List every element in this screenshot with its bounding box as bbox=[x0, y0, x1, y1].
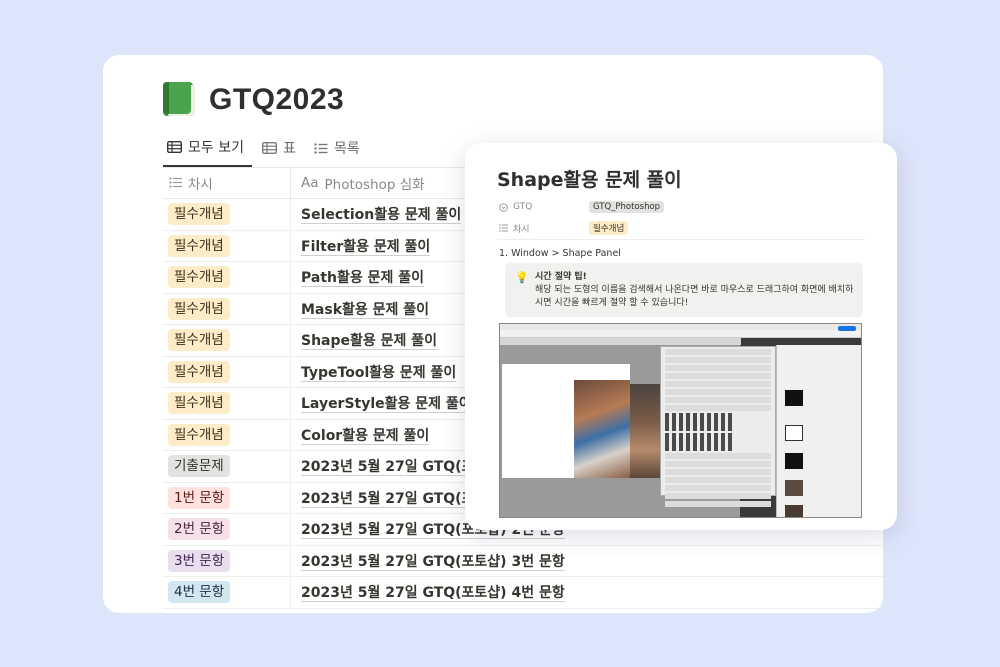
callout-body: 해당 되는 도형의 이름을 검색해서 나온다면 바로 마우스로 드래그하여 화면… bbox=[535, 285, 854, 308]
property-name: 차시 bbox=[513, 224, 530, 235]
lightbulb-icon: 💡 bbox=[515, 271, 529, 284]
tag-badge: 필수개념 bbox=[168, 266, 230, 289]
column-label: 차시 bbox=[188, 176, 213, 193]
chasi-cell[interactable]: 필수개념 bbox=[163, 293, 291, 324]
title-cell[interactable]: Mask활용 문제 풀이 bbox=[291, 299, 430, 319]
row-title-link[interactable]: Filter활용 문제 풀이 bbox=[301, 238, 431, 256]
row-title-link[interactable]: 2023년 5월 27일 GTQ(포토샵) 3번 문항 bbox=[301, 553, 565, 571]
title-cell[interactable]: Shape활용 문제 풀이 bbox=[291, 330, 438, 351]
tab-table[interactable]: 표 bbox=[258, 137, 304, 167]
title-cell[interactable]: Filter활용 문제 풀이 bbox=[291, 236, 431, 256]
property-gtq[interactable]: GTQ GTQ_Photoshop bbox=[499, 201, 665, 213]
title-cell[interactable]: Color활용 문제 풀이 bbox=[291, 425, 430, 445]
chasi-cell[interactable]: 3번 문항 bbox=[163, 545, 291, 576]
chasi-cell[interactable]: 기출문제 bbox=[163, 451, 291, 482]
title-cell[interactable]: Path활용 문제 풀이 bbox=[291, 267, 425, 288]
column-label: Photoshop 심화 bbox=[324, 176, 425, 193]
photoshop-shapes-panel-screenshot bbox=[499, 323, 862, 518]
chasi-cell[interactable]: 1번 문항 bbox=[163, 482, 291, 513]
text-property-icon: Aa bbox=[301, 174, 319, 191]
numbered-list-item: 1. Window > Shape Panel bbox=[499, 248, 621, 259]
column-header-chasi[interactable]: 차시 bbox=[163, 167, 291, 198]
tab-list[interactable]: 목록 bbox=[310, 137, 368, 167]
tab-label: 목록 bbox=[333, 141, 360, 157]
chasi-cell[interactable]: 필수개념 bbox=[163, 230, 291, 261]
green-book-icon bbox=[163, 82, 197, 118]
column-header-title[interactable]: Aa Photoshop 심화 bbox=[291, 167, 425, 198]
table-row[interactable]: 3번 문항 2023년 5월 27일 GTQ(포토샵) 3번 문항 bbox=[163, 545, 883, 577]
chasi-cell[interactable]: 필수개념 bbox=[163, 388, 291, 419]
tag-badge: 필수개념 bbox=[168, 234, 230, 257]
title-cell[interactable]: TypeTool활용 문제 풀이 bbox=[291, 362, 457, 382]
tag-badge: 3번 문항 bbox=[168, 549, 231, 572]
row-title-link[interactable]: TypeTool활용 문제 풀이 bbox=[301, 364, 457, 382]
chasi-cell[interactable]: 4번 문항 bbox=[163, 577, 291, 608]
chasi-cell[interactable]: 필수개념 bbox=[163, 419, 291, 450]
tag-badge: 필수개념 bbox=[168, 329, 230, 352]
row-title-link[interactable]: Color활용 문제 풀이 bbox=[301, 427, 430, 445]
property-name: GTQ bbox=[513, 202, 533, 212]
page-preview-card: Shape활용 문제 풀이 GTQ GTQ_Photoshop 차시 필수개념 … bbox=[465, 143, 897, 530]
table-row[interactable]: 4번 문항 2023년 5월 27일 GTQ(포토샵) 4번 문항 bbox=[163, 577, 883, 609]
property-chasi[interactable]: 차시 필수개념 bbox=[499, 221, 629, 235]
select-icon bbox=[499, 202, 508, 212]
chasi-cell[interactable]: 필수개념 bbox=[163, 325, 291, 356]
properties-divider bbox=[497, 239, 865, 240]
row-title-link[interactable]: Selection활용 문제 풀이 bbox=[301, 207, 462, 225]
tag-badge: 필수개념 bbox=[168, 423, 230, 446]
tag-badge: 4번 문항 bbox=[168, 581, 231, 604]
tag-badge: 필수개념 bbox=[168, 392, 230, 415]
tag-badge: 필수개념 bbox=[168, 360, 230, 383]
title-cell[interactable]: LayerStyle활용 문제 풀이 bbox=[291, 393, 472, 414]
tip-callout: 💡 시간 절약 팁! 해당 되는 도형의 이름을 검색해서 나온다면 바로 마우… bbox=[505, 263, 863, 317]
title-cell[interactable]: Selection활용 문제 풀이 bbox=[291, 204, 462, 225]
row-title-link[interactable]: 2023년 5월 27일 GTQ(포토샵) 4번 문항 bbox=[301, 585, 565, 603]
list-icon bbox=[499, 224, 508, 232]
title-cell[interactable]: 2023년 5월 27일 GTQ(포토샵) 3번 문항 bbox=[291, 551, 565, 571]
title-cell[interactable]: 2023년 5월 27일 GTQ(포토샵) 4번 문항 bbox=[291, 582, 565, 603]
page-title: GTQ2023 bbox=[209, 83, 345, 116]
tag-badge: 필수개념 bbox=[168, 203, 230, 226]
chasi-cell[interactable]: 2번 문항 bbox=[163, 514, 291, 545]
property-value: 필수개념 bbox=[589, 221, 629, 235]
chasi-cell[interactable]: 필수개념 bbox=[163, 262, 291, 293]
tag-badge: 1번 문항 bbox=[168, 486, 231, 509]
list-icon bbox=[314, 142, 328, 154]
callout-title: 시간 절약 팁! bbox=[535, 272, 587, 282]
tag-badge: 기출문제 bbox=[168, 455, 230, 478]
row-title-link[interactable]: Shape활용 문제 풀이 bbox=[301, 333, 438, 351]
row-title-link[interactable]: Mask활용 문제 풀이 bbox=[301, 301, 430, 319]
tag-badge: 2번 문항 bbox=[168, 518, 231, 541]
list-icon bbox=[169, 177, 182, 188]
tab-label: 모두 보기 bbox=[188, 140, 244, 156]
table-icon bbox=[261, 142, 277, 154]
chasi-cell[interactable]: 필수개념 bbox=[163, 356, 291, 387]
property-value: GTQ_Photoshop bbox=[589, 201, 665, 213]
view-tabs: 모두 보기 표 목록 bbox=[163, 137, 374, 167]
row-title-link[interactable]: Path활용 문제 풀이 bbox=[301, 270, 425, 288]
tag-badge: 필수개념 bbox=[168, 297, 230, 320]
tab-all[interactable]: 모두 보기 bbox=[163, 137, 252, 167]
table-icon bbox=[167, 141, 182, 153]
row-title-link[interactable]: LayerStyle활용 문제 풀이 bbox=[301, 396, 472, 414]
page-header: GTQ2023 bbox=[163, 82, 344, 118]
tab-label: 표 bbox=[282, 141, 296, 157]
detail-title: Shape활용 문제 풀이 bbox=[497, 169, 682, 191]
chasi-cell[interactable]: 필수개념 bbox=[163, 199, 291, 230]
